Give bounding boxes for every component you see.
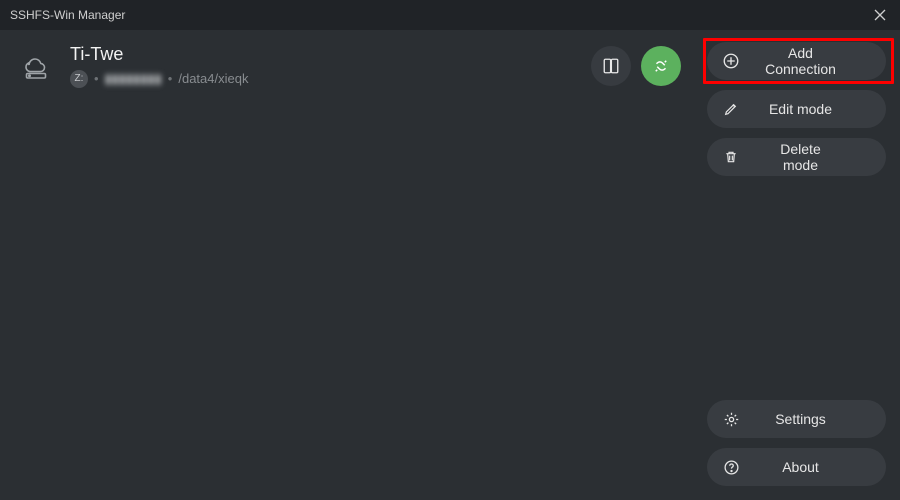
connection-row[interactable]: Ti-Twe Z: • ▮▮▮▮▮▮▮▮ • /data4/xieqk [16, 44, 681, 88]
connection-name: Ti-Twe [70, 44, 577, 66]
connection-path: /data4/xieqk [178, 71, 248, 86]
cloud-drive-icon [16, 46, 56, 86]
window-title: SSHFS-Win Manager [10, 8, 870, 22]
connection-host: ▮▮▮▮▮▮▮▮ [105, 71, 162, 87]
edit-mode-button[interactable]: Edit mode [707, 90, 886, 128]
open-terminal-button[interactable] [591, 46, 631, 86]
about-label: About [763, 459, 886, 475]
connect-button[interactable] [641, 46, 681, 86]
drive-letter-badge: Z: [70, 70, 88, 88]
settings-label: Settings [763, 411, 886, 427]
delete-mode-label: Delete mode [763, 141, 886, 173]
close-icon[interactable] [870, 5, 890, 25]
gear-icon [707, 411, 755, 428]
connection-subtitle: Z: • ▮▮▮▮▮▮▮▮ • /data4/xieqk [70, 70, 577, 88]
add-connection-button[interactable]: Add Connection [707, 42, 886, 80]
add-connection-label: Add Connection [763, 45, 886, 77]
titlebar: SSHFS-Win Manager [0, 0, 900, 30]
trash-icon [707, 149, 755, 165]
plus-circle-icon [707, 52, 755, 70]
pencil-icon [707, 101, 755, 117]
settings-button[interactable]: Settings [707, 400, 886, 438]
question-circle-icon [707, 459, 755, 476]
delete-mode-button[interactable]: Delete mode [707, 138, 886, 176]
edit-mode-label: Edit mode [763, 101, 886, 117]
about-button[interactable]: About [707, 448, 886, 486]
connections-list: Ti-Twe Z: • ▮▮▮▮▮▮▮▮ • /data4/xieqk [0, 30, 697, 500]
separator-dot: • [94, 71, 99, 86]
separator-dot: • [168, 71, 173, 86]
sidebar: Add Connection Edit mode Delete mode [697, 30, 900, 500]
